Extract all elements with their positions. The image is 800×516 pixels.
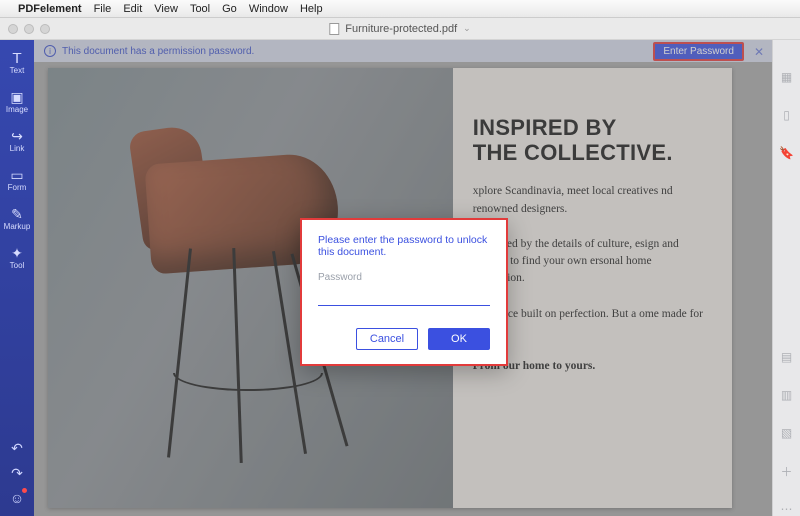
document-title[interactable]: Furniture-protected.pdf ⌄ xyxy=(329,23,470,35)
cancel-button[interactable]: Cancel xyxy=(356,328,418,350)
undo-icon[interactable]: ↶ xyxy=(11,440,23,457)
markup-icon: ✎ xyxy=(9,206,25,222)
menu-view[interactable]: View xyxy=(154,3,178,15)
sidebar-item-form[interactable]: ▭ Form xyxy=(0,163,34,198)
document-title-text: Furniture-protected.pdf xyxy=(345,23,457,35)
form-icon: ▭ xyxy=(9,167,25,183)
link-icon: ↪ xyxy=(9,128,25,144)
grid-view-icon[interactable]: ▦ xyxy=(780,70,794,84)
tool-icon: ✦ xyxy=(9,245,25,261)
close-window-icon[interactable] xyxy=(8,24,18,34)
sidebar-item-label: Image xyxy=(6,105,28,114)
right-panel: ▦ ▯ 🔖 ▤ ▥ ▧ ＋ ⋯ xyxy=(772,40,800,516)
chevron-down-icon[interactable]: ⌄ xyxy=(463,23,471,34)
menu-help[interactable]: Help xyxy=(300,3,323,15)
app-menu[interactable]: PDFelement xyxy=(18,3,82,15)
system-menubar: PDFelement File Edit View Tool Go Window… xyxy=(0,0,800,18)
password-input-wrapper[interactable] xyxy=(318,285,490,306)
menu-edit[interactable]: Edit xyxy=(123,3,142,15)
window-titlebar: Furniture-protected.pdf ⌄ xyxy=(0,18,800,40)
zoom-window-icon[interactable] xyxy=(40,24,50,34)
menu-window[interactable]: Window xyxy=(249,3,288,15)
add-icon[interactable]: ＋ xyxy=(780,464,794,478)
password-field-label: Password xyxy=(318,272,490,283)
ok-button[interactable]: OK xyxy=(428,328,490,350)
sidebar-item-label: Text xyxy=(10,66,25,75)
redo-icon[interactable]: ↷ xyxy=(11,465,23,482)
sidebar-item-text[interactable]: 𝖳 Text xyxy=(0,46,34,81)
tool-sidebar: 𝖳 Text ▣ Image ↪ Link ▭ Form ✎ Markup ✦ … xyxy=(0,40,34,516)
sidebar-item-label: Markup xyxy=(4,222,31,231)
sidebar-item-image[interactable]: ▣ Image xyxy=(0,85,34,120)
panel-icon[interactable]: ▥ xyxy=(780,388,794,402)
image-icon: ▣ xyxy=(9,89,25,105)
sidebar-item-label: Tool xyxy=(10,261,25,270)
dialog-prompt: Please enter the password to unlock this… xyxy=(318,234,490,258)
page-panel-icon[interactable]: ▯ xyxy=(780,108,794,122)
password-dialog: Please enter the password to unlock this… xyxy=(300,218,508,366)
menu-tool[interactable]: Tool xyxy=(190,3,210,15)
panel-icon[interactable]: ▧ xyxy=(780,426,794,440)
password-input[interactable] xyxy=(318,285,490,306)
text-icon: 𝖳 xyxy=(9,50,25,66)
sidebar-item-link[interactable]: ↪ Link xyxy=(0,124,34,159)
sidebar-item-label: Form xyxy=(8,183,27,192)
bookmark-icon[interactable]: 🔖 xyxy=(780,146,794,160)
pdf-file-icon xyxy=(329,23,339,35)
menu-go[interactable]: Go xyxy=(222,3,237,15)
account-icon[interactable]: ☺ xyxy=(10,490,24,506)
minimize-window-icon[interactable] xyxy=(24,24,34,34)
sidebar-item-label: Link xyxy=(10,144,25,153)
window-controls[interactable] xyxy=(8,24,50,34)
sidebar-item-markup[interactable]: ✎ Markup xyxy=(0,202,34,237)
more-icon[interactable]: ⋯ xyxy=(780,502,794,516)
panel-icon[interactable]: ▤ xyxy=(780,350,794,364)
sidebar-item-tool[interactable]: ✦ Tool xyxy=(0,241,34,276)
menu-file[interactable]: File xyxy=(94,3,112,15)
